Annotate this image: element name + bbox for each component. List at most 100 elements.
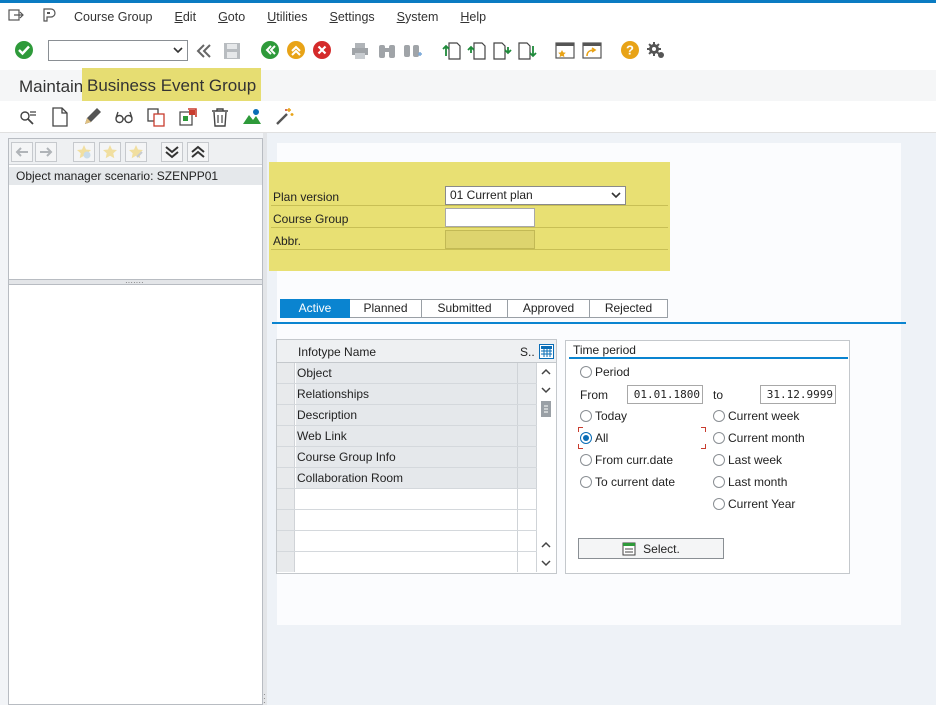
radio-circle[interactable] <box>713 498 725 510</box>
settings-gear-icon[interactable] <box>646 40 666 60</box>
table-row[interactable]: Description <box>277 405 556 426</box>
infotype-name-cell[interactable]: Collaboration Room <box>296 468 518 488</box>
history-forward-button[interactable] <box>35 142 57 162</box>
collapse-command-icon[interactable] <box>195 42 213 60</box>
status-column-header[interactable]: S.. <box>520 345 535 359</box>
find-next-icon[interactable] <box>403 41 423 61</box>
command-field[interactable] <box>48 40 188 61</box>
period-radio[interactable]: Period <box>580 365 630 379</box>
first-page-icon[interactable] <box>442 41 462 61</box>
add-favorite-button[interactable] <box>73 142 95 162</box>
empty-table-row[interactable] <box>277 552 556 573</box>
tab-submitted[interactable]: Submitted <box>422 299 508 318</box>
left-pane-splitter[interactable]: ······· <box>9 279 262 287</box>
menu-settings[interactable]: Settings <box>329 10 374 24</box>
from-curr-date-radio[interactable]: From curr.date <box>580 453 673 467</box>
current-year-radio[interactable]: Current Year <box>713 497 795 511</box>
table-row[interactable]: Collaboration Room <box>277 468 556 489</box>
last-month-radio[interactable]: Last month <box>713 475 787 489</box>
infotype-name-cell[interactable]: Description <box>296 405 518 425</box>
cancel-icon[interactable] <box>312 40 332 60</box>
row-selector[interactable] <box>277 363 295 383</box>
row-selector[interactable] <box>277 447 295 467</box>
edit-favorites-button[interactable] <box>125 142 147 162</box>
empty-table-row[interactable] <box>277 489 556 510</box>
row-selector[interactable] <box>277 405 295 425</box>
row-selector[interactable] <box>277 384 295 404</box>
menu-edit[interactable]: Edit <box>175 10 197 24</box>
collapse-all-button[interactable] <box>187 142 209 162</box>
display-icon[interactable] <box>18 107 38 127</box>
column-settings-icon[interactable] <box>539 344 554 362</box>
radio-circle[interactable] <box>580 366 592 378</box>
infotype-name-column-header[interactable]: Infotype Name <box>298 345 376 359</box>
row-selector[interactable] <box>277 552 295 572</box>
last-page-icon[interactable] <box>517 41 537 61</box>
menu-system[interactable]: System <box>397 10 439 24</box>
object-manager-scenario[interactable]: Object manager scenario: SZENPP01 <box>9 167 262 185</box>
infotype-name-cell[interactable]: Relationships <box>296 384 518 404</box>
select-button[interactable]: Select. <box>578 538 724 559</box>
menu-goto[interactable]: Goto <box>218 10 245 24</box>
create-session-icon[interactable] <box>555 41 575 61</box>
scroll-down-icon[interactable] <box>540 385 552 398</box>
exit-icon[interactable] <box>286 40 306 60</box>
last-week-radio[interactable]: Last week <box>713 453 782 467</box>
empty-table-row[interactable] <box>277 510 556 531</box>
help-icon[interactable]: ? <box>620 40 640 60</box>
menu-exit-icon[interactable] <box>8 8 24 25</box>
copy-icon[interactable] <box>146 107 166 127</box>
to-date-input[interactable]: 31.12.9999 <box>760 385 836 404</box>
empty-table-row[interactable] <box>277 531 556 552</box>
infotype-name-cell[interactable]: Web Link <box>296 426 518 446</box>
create-icon[interactable] <box>50 107 70 127</box>
radio-circle[interactable] <box>580 476 592 488</box>
change-pencil-icon[interactable] <box>82 107 102 127</box>
delete-trash-icon[interactable] <box>210 107 230 127</box>
abbr-input[interactable] <box>445 230 535 249</box>
tab-rejected[interactable]: Rejected <box>590 299 668 318</box>
print-icon[interactable] <box>350 41 370 61</box>
radio-circle[interactable] <box>713 432 725 444</box>
previous-page-icon[interactable] <box>467 41 487 61</box>
plan-version-select[interactable]: 01 Current plan <box>445 186 626 205</box>
infotype-name-cell[interactable]: Course Group Info <box>296 447 518 467</box>
history-back-button[interactable] <box>11 142 33 162</box>
infotype-name-cell[interactable]: Object <box>296 363 518 383</box>
scroll-page-down-icon[interactable] <box>540 558 552 571</box>
row-selector[interactable] <box>277 531 295 551</box>
scroll-thumb[interactable] <box>541 401 551 420</box>
row-selector[interactable] <box>277 426 295 446</box>
generate-shortcut-icon[interactable] <box>582 41 602 61</box>
menu-course-group[interactable]: Course Group <box>74 10 153 24</box>
tab-active[interactable]: Active <box>280 299 350 318</box>
tab-approved[interactable]: Approved <box>508 299 590 318</box>
radio-circle[interactable] <box>713 454 725 466</box>
back-icon[interactable] <box>260 40 280 60</box>
table-row[interactable]: Web Link <box>277 426 556 447</box>
to-current-date-radio[interactable]: To current date <box>580 475 675 489</box>
row-selector[interactable] <box>277 489 295 509</box>
structure-graphics-icon[interactable] <box>242 107 262 127</box>
radio-circle[interactable] <box>580 410 592 422</box>
scroll-up-icon[interactable] <box>540 367 552 380</box>
find-icon[interactable] <box>377 41 397 61</box>
current-week-radio[interactable]: Current week <box>713 409 799 423</box>
table-row[interactable]: Course Group Info <box>277 447 556 468</box>
delimit-icon[interactable] <box>178 107 198 127</box>
course-group-input[interactable] <box>445 208 535 227</box>
favorites-button[interactable] <box>99 142 121 162</box>
radio-circle[interactable] <box>580 454 592 466</box>
table-row[interactable]: Relationships <box>277 384 556 405</box>
from-date-input[interactable]: 01.01.1800 <box>627 385 703 404</box>
current-month-radio[interactable]: Current month <box>713 431 805 445</box>
tab-planned[interactable]: Planned <box>350 299 422 318</box>
next-page-icon[interactable] <box>492 41 512 61</box>
menu-layout-icon[interactable] <box>42 8 56 25</box>
expand-all-button[interactable] <box>161 142 183 162</box>
radio-circle[interactable] <box>713 410 725 422</box>
radio-circle[interactable] <box>713 476 725 488</box>
menu-utilities[interactable]: Utilities <box>267 10 307 24</box>
enter-check-icon[interactable] <box>14 40 34 60</box>
magic-wand-icon[interactable] <box>274 107 294 127</box>
